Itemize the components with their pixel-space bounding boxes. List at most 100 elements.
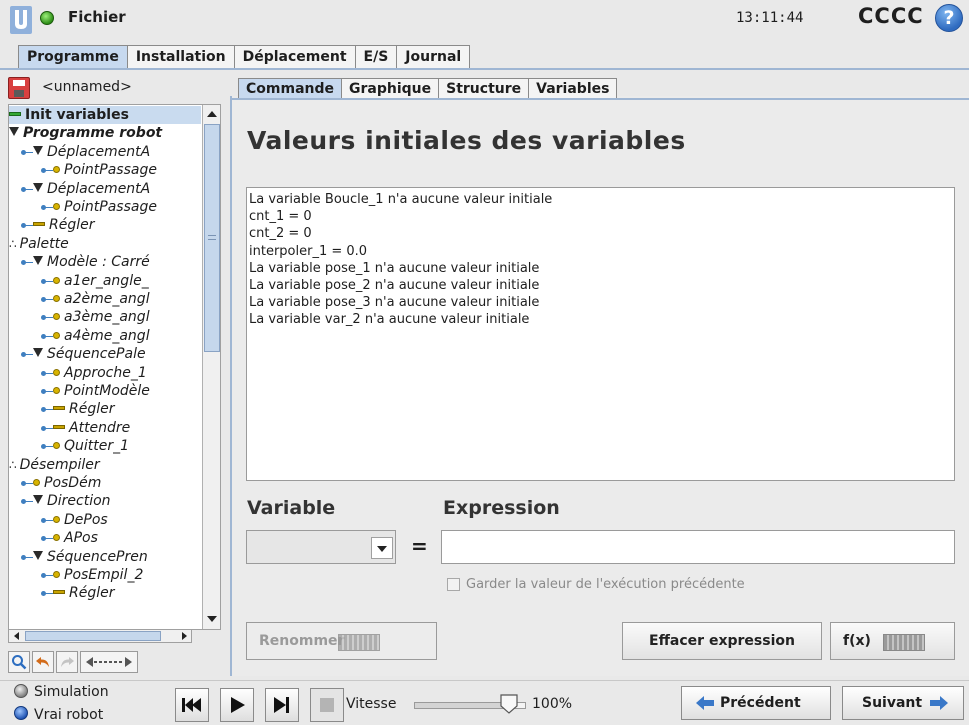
speed-value: 100% — [532, 696, 573, 712]
tree-node-label: PointPassage — [64, 199, 157, 215]
tree-node[interactable]: DePos — [53, 511, 108, 529]
waypoint-icon — [53, 295, 60, 302]
waypoint-icon — [53, 387, 60, 394]
next-button-label: Suivant — [862, 695, 923, 711]
play-button[interactable] — [220, 688, 254, 722]
rename-button[interactable]: Renommer — [246, 622, 437, 660]
tab-programme[interactable]: Programme — [18, 45, 128, 69]
tree-node[interactable]: PosDém — [33, 474, 101, 492]
variable-list[interactable]: La variable Boucle_1 n'a aucune valeur i… — [246, 187, 955, 481]
palette-icon: ∴ — [9, 457, 17, 472]
rename-button-label: Renommer — [259, 633, 345, 649]
tab-es[interactable]: E/S — [354, 45, 398, 69]
list-item[interactable]: cnt_2 = 0 — [249, 225, 952, 242]
simulation-radio[interactable] — [14, 684, 28, 698]
list-item[interactable]: La variable var_2 n'a aucune valeur init… — [249, 311, 952, 328]
tree-node[interactable]: DéplacementA — [33, 143, 150, 161]
tree-node[interactable]: Direction — [33, 492, 111, 510]
scroll-right-icon[interactable] — [177, 630, 191, 642]
stop-icon — [320, 698, 334, 712]
simulation-label[interactable]: Simulation — [34, 684, 109, 700]
tree-node[interactable]: a4ème_angl — [53, 327, 150, 345]
tree-node[interactable]: Régler — [33, 216, 95, 234]
tree-node[interactable]: SéquencePren — [33, 548, 148, 566]
tab-variables[interactable]: Variables — [528, 78, 618, 100]
tree-node[interactable]: DéplacementA — [33, 180, 150, 198]
tree-connector-line — [23, 556, 33, 558]
tree-vertical-scrollbar[interactable] — [202, 105, 220, 629]
redo-icon[interactable] — [56, 651, 78, 673]
list-item[interactable]: interpoler_1 = 0.0 — [249, 243, 952, 260]
real-robot-radio[interactable] — [14, 706, 28, 720]
move-arrows-icon[interactable] — [80, 651, 138, 673]
list-item[interactable]: La variable pose_1 n'a aucune valeur ini… — [249, 260, 952, 277]
tree-node[interactable]: APos — [53, 529, 98, 547]
tree-node[interactable]: Init variables — [9, 106, 201, 124]
tree-connector-line — [23, 501, 33, 503]
stop-button[interactable] — [310, 688, 344, 722]
scroll-thumb[interactable] — [204, 124, 220, 352]
expression-input[interactable] — [441, 530, 955, 564]
tab-journal[interactable]: Journal — [396, 45, 471, 69]
tree-connector-line — [23, 151, 33, 153]
tree-node-label: PosEmpil_2 — [64, 567, 144, 583]
list-item[interactable]: La variable pose_3 n'a aucune valeur ini… — [249, 294, 952, 311]
waypoint-icon — [53, 571, 60, 578]
keep-value-checkbox[interactable] — [447, 578, 460, 591]
tree-toolbar — [8, 651, 138, 675]
formula-button-label: f(x) — [843, 633, 871, 649]
list-item[interactable]: cnt_1 = 0 — [249, 208, 952, 225]
tree-horizontal-scrollbar[interactable] — [8, 629, 192, 643]
tree-node[interactable]: Attendre — [53, 419, 130, 437]
scroll-down-icon[interactable] — [203, 610, 220, 628]
rewind-button[interactable] — [175, 688, 209, 722]
speed-slider-handle[interactable] — [500, 694, 518, 714]
tree-node[interactable]: Approche_1 — [53, 364, 147, 382]
tree-node[interactable]: a3ème_angl — [53, 308, 150, 326]
chevron-down-icon[interactable] — [371, 537, 393, 559]
list-item[interactable]: La variable Boucle_1 n'a aucune valeur i… — [249, 191, 952, 208]
set-command-icon — [53, 406, 65, 411]
tree-node[interactable]: PointModèle — [53, 382, 150, 400]
tree-node[interactable]: Régler — [53, 400, 115, 418]
help-icon[interactable]: ? — [935, 4, 963, 32]
scroll-left-icon[interactable] — [9, 630, 23, 642]
tree-node[interactable]: Quitter_1 — [53, 437, 129, 455]
variable-dropdown[interactable] — [246, 530, 396, 564]
step-button[interactable] — [265, 688, 299, 722]
list-item[interactable]: La variable pose_2 n'a aucune valeur ini… — [249, 277, 952, 294]
tree-node[interactable]: a1er_angle_ — [53, 272, 149, 290]
expand-triangle-icon — [33, 348, 43, 358]
tab-commande[interactable]: Commande — [238, 78, 342, 100]
clear-expression-button[interactable]: Effacer expression — [622, 622, 822, 660]
tab-installation[interactable]: Installation — [126, 45, 235, 69]
file-menu[interactable]: Fichier — [68, 8, 126, 26]
real-robot-label[interactable]: Vrai robot — [34, 707, 103, 723]
tree-node[interactable]: ∴ Palette — [9, 235, 69, 253]
tree-connector-line — [43, 207, 53, 208]
tree-node[interactable]: PointPassage — [53, 198, 157, 216]
next-button[interactable]: Suivant — [842, 686, 964, 720]
search-icon[interactable] — [8, 651, 30, 673]
tree-node[interactable]: a2ème_angl — [53, 290, 150, 308]
previous-button[interactable]: Précédent — [681, 686, 831, 720]
save-icon[interactable] — [8, 77, 30, 99]
tree-node[interactable]: PointPassage — [53, 161, 157, 179]
undo-icon[interactable] — [32, 651, 54, 673]
tree-node-label: Init variables — [25, 107, 129, 123]
tab-graphique[interactable]: Graphique — [341, 78, 440, 100]
horizontal-scroll-thumb[interactable] — [25, 631, 161, 641]
scroll-up-icon[interactable] — [203, 105, 220, 123]
formula-button[interactable]: f(x) — [830, 622, 955, 660]
tree-node[interactable]: Régler — [53, 584, 115, 602]
tree-node[interactable]: Modèle : Carré — [33, 253, 150, 271]
tree-node[interactable]: ∴ Désempiler — [9, 456, 100, 474]
tree-node[interactable]: SéquencePale — [33, 345, 146, 363]
tab-structure[interactable]: Structure — [438, 78, 530, 100]
tab-deplacement[interactable]: Déplacement — [233, 45, 356, 69]
waypoint-icon — [53, 166, 60, 174]
tree-node[interactable]: Programme robot — [9, 124, 162, 142]
tree-connector-line — [23, 225, 33, 227]
tree-node[interactable]: PosEmpil_2 — [53, 566, 143, 584]
set-command-icon — [53, 590, 65, 595]
